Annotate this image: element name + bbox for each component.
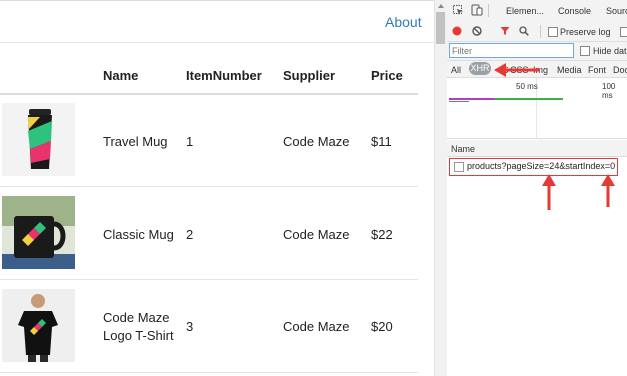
hide-data-urls-label: Hide dat [593,46,627,56]
price: $11 [371,134,392,149]
tshirt-image [2,289,75,362]
file-icon [454,162,464,172]
clear-icon[interactable] [472,26,482,36]
supplier: Code Maze [283,319,350,334]
search-icon[interactable] [519,26,529,36]
product-name: Classic Mug [103,227,174,242]
type-filter-xhr[interactable]: XHR [469,62,491,75]
column-header-price[interactable]: Price [371,68,403,83]
classic-mug-image [2,196,75,269]
tab-separator [488,4,489,17]
product-name-line2: Logo T-Shirt [103,328,174,343]
type-filter-media[interactable]: Media [557,65,582,75]
page-top-border [0,0,434,1]
devtools-panel: Elemen... Console Sourc Preserve log Hid… [447,0,627,376]
row-divider [0,186,418,187]
price: $20 [371,319,393,334]
network-toolbar: Preserve log [447,22,627,42]
tab-console[interactable]: Console [558,6,591,16]
timeline-bar-waiting [449,98,495,100]
scroll-thumb[interactable] [436,12,445,44]
filter-input[interactable] [449,43,574,58]
price: $22 [371,227,393,242]
column-header-name[interactable]: Name [451,144,475,154]
type-filter-js[interactable]: JS [498,65,509,75]
hide-data-urls-checkbox[interactable] [580,46,590,56]
request-name: products?pageSize=24&startIndex=0 [467,161,616,171]
type-filter-all[interactable]: All [451,65,461,75]
row-divider [0,372,418,373]
timeline-bar-request [449,101,469,102]
type-filter-font[interactable]: Font [588,65,606,75]
tab-sources[interactable]: Sourc [606,6,627,16]
inspect-element-icon[interactable] [453,5,464,16]
scroll-up-arrow-icon[interactable] [438,4,444,8]
about-link[interactable]: About [385,14,422,30]
preserve-log-label: Preserve log [560,27,611,37]
tab-elements[interactable]: Elemen... [506,6,544,16]
column-header-name[interactable]: Name [103,68,138,83]
row-divider [0,279,418,280]
filter-icon[interactable] [500,26,510,36]
table-header-divider [0,93,418,95]
column-header-item-number[interactable]: ItemNumber [186,68,262,83]
supplier: Code Maze [283,227,350,242]
record-icon[interactable] [452,26,462,36]
timeline-tick-label: 100 ms [602,82,616,100]
disable-cache-checkbox[interactable] [620,27,627,37]
device-toolbar-icon[interactable] [471,4,483,16]
item-number: 2 [186,227,194,242]
travel-mug-image [2,103,75,176]
column-header-supplier[interactable]: Supplier [283,68,335,83]
preserve-log-checkbox[interactable] [548,27,558,37]
type-filter-css[interactable]: CSS [510,65,529,75]
network-timeline-overview[interactable]: 50 ms 100 ms [447,78,627,139]
devtools-tab-bar: Elemen... Console Sourc [447,0,627,23]
resource-type-filters: All XHR JS CSS Img Media Font Doc [447,61,627,78]
filter-bar: Hide dat [447,42,627,61]
product-name: Travel Mug [103,134,168,149]
type-filter-doc[interactable]: Doc [613,65,627,75]
item-number: 3 [186,319,194,334]
toolbar-separator [540,25,541,38]
timeline-tick-label: 50 ms [516,82,538,91]
timeline-bar-download [495,98,563,100]
request-row[interactable]: products?pageSize=24&startIndex=0 [449,158,618,176]
item-number: 1 [186,134,194,149]
requests-table-header: Name [447,140,627,157]
supplier: Code Maze [283,134,350,149]
web-page: About Name ItemNumber Supplier Price Tra… [0,0,434,376]
page-scrollbar[interactable] [434,0,447,376]
product-name: Code Maze [103,310,170,325]
type-filter-img[interactable]: Img [533,65,548,75]
navbar-divider [0,42,434,43]
